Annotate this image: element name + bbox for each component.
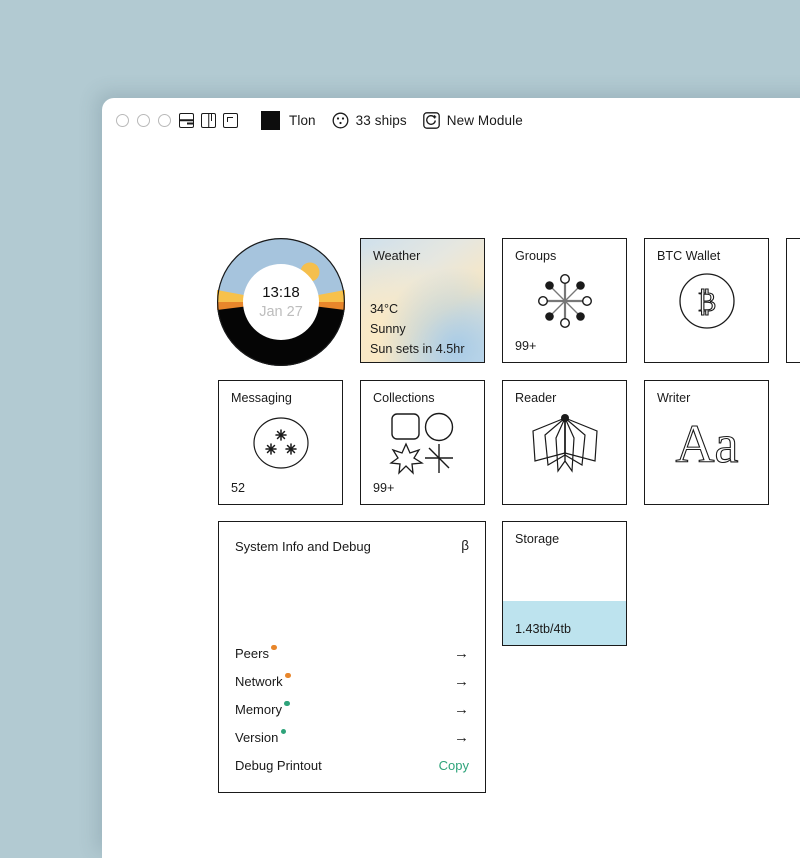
- clock-date: Jan 27: [217, 304, 345, 320]
- messaging-badge: 52: [231, 481, 245, 495]
- tile-btc-wallet[interactable]: BTC Wallet ₿: [644, 238, 769, 363]
- tile-groups[interactable]: Groups: [502, 238, 627, 363]
- tile-storage[interactable]: Storage 1.43tb/4tb: [502, 521, 627, 646]
- weather-sunset: Sun sets in 4.5hr: [370, 342, 465, 356]
- tile-writer[interactable]: Aa Writer: [644, 380, 769, 505]
- status-dot-memory: [284, 701, 290, 707]
- tlon-logo-icon: [261, 111, 280, 130]
- system-info-title: System Info and Debug: [235, 539, 371, 554]
- groups-badge: 99+: [515, 339, 536, 353]
- collections-badge: 99+: [373, 481, 394, 495]
- brand-group[interactable]: Tlon: [261, 111, 316, 130]
- window-dot-3[interactable]: [158, 114, 171, 127]
- window-dot-1[interactable]: [116, 114, 129, 127]
- titlebar: Tlon 33 ships New Module: [102, 98, 800, 142]
- debug-printout-label: Debug Printout: [235, 758, 322, 773]
- corner-pane-icon[interactable]: [223, 113, 238, 128]
- sysinfo-row-version[interactable]: Version →: [235, 723, 469, 751]
- sysinfo-label-peers: Peers: [235, 646, 269, 661]
- brand-label: Tlon: [289, 113, 316, 128]
- split-horizontal-icon[interactable]: [179, 113, 194, 128]
- beta-badge: β: [461, 538, 469, 553]
- tile-collections[interactable]: Collections 99+: [360, 380, 485, 505]
- node-graph-icon: [787, 239, 800, 362]
- tile-btc-node[interactable]: BTC Node: [786, 238, 800, 363]
- arrow-icon-memory[interactable]: →: [454, 702, 469, 717]
- new-module-icon: [423, 112, 440, 129]
- weather-condition: Sunny: [370, 322, 406, 336]
- copy-button[interactable]: Copy: [439, 758, 469, 773]
- sysinfo-row-network[interactable]: Network →: [235, 667, 469, 695]
- status-dot-peers: [271, 645, 277, 651]
- sysinfo-row-memory[interactable]: Memory →: [235, 695, 469, 723]
- ships-icon: [332, 112, 349, 129]
- ships-label: 33 ships: [356, 113, 407, 128]
- window-dot-2[interactable]: [137, 114, 150, 127]
- status-dot-version: [281, 729, 287, 735]
- app-window: Tlon 33 ships New Module: [102, 98, 800, 858]
- tile-weather[interactable]: Weather 34°C Sunny Sun sets in 4.5hr: [360, 238, 485, 363]
- svg-text:₿: ₿: [697, 287, 716, 317]
- tile-messaging[interactable]: Messaging: [218, 380, 343, 505]
- clock-widget[interactable]: 13:18 Jan 27: [217, 238, 345, 366]
- system-info-panel: System Info and Debug β Peers → Network …: [218, 521, 486, 793]
- clock-dial: [217, 238, 345, 366]
- arrow-icon-version[interactable]: →: [454, 730, 469, 745]
- clock-time: 13:18: [217, 284, 345, 301]
- status-dot-network: [285, 673, 291, 679]
- tile-reader[interactable]: Reader: [502, 380, 627, 505]
- split-vertical-icon[interactable]: [201, 113, 216, 128]
- open-book-icon: [503, 381, 626, 504]
- arrow-icon-network[interactable]: →: [454, 674, 469, 689]
- sysinfo-label-version: Version: [235, 730, 278, 745]
- weather-title: Weather: [373, 249, 420, 263]
- arrow-icon-peers[interactable]: →: [454, 646, 469, 661]
- sysinfo-label-network: Network: [235, 674, 283, 689]
- bitcoin-circle-icon: ₿: [645, 239, 768, 362]
- new-module-label: New Module: [447, 113, 523, 128]
- sysinfo-label-memory: Memory: [235, 702, 282, 717]
- storage-usage: 1.43tb/4tb: [515, 622, 571, 636]
- svg-text:Aa: Aa: [675, 414, 738, 474]
- sysinfo-row-peers[interactable]: Peers →: [235, 639, 469, 667]
- storage-title: Storage: [515, 532, 559, 546]
- weather-temperature: 34°C: [370, 302, 398, 316]
- ships-group[interactable]: 33 ships: [332, 112, 407, 129]
- new-module-group[interactable]: New Module: [423, 112, 523, 129]
- sysinfo-row-debug-printout[interactable]: Debug Printout Copy: [235, 751, 469, 779]
- writer-title: Writer: [657, 391, 690, 405]
